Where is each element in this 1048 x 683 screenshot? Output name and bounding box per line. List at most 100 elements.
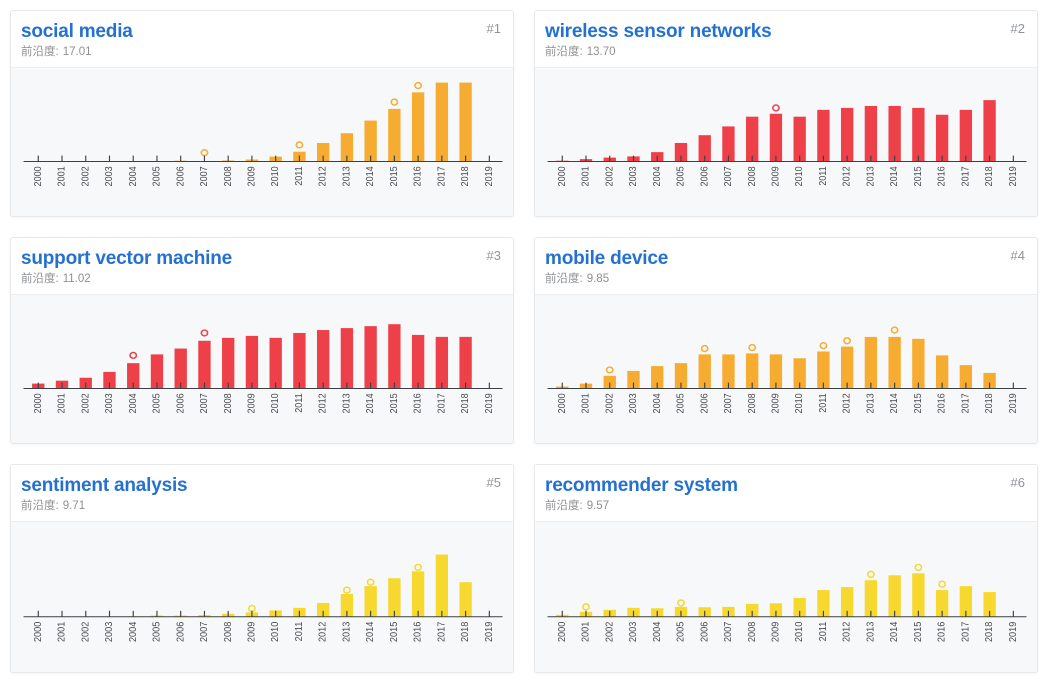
- bar-chart[interactable]: 2000 2001 2002 2003 2004 2005 2006 2007 2008 2009…: [11, 522, 513, 672]
- x-tick-label: 2015: [912, 166, 923, 186]
- bar[interactable]: [340, 328, 354, 389]
- card-rank-badge: #2: [1010, 21, 1025, 36]
- bar[interactable]: [388, 324, 401, 389]
- bar[interactable]: [959, 109, 973, 162]
- bar[interactable]: [245, 335, 259, 389]
- bar[interactable]: [435, 554, 449, 617]
- trend-card-4[interactable]: mobile device 前沿度: 9.85 #4 2000 2001 2002 20…: [534, 237, 1038, 444]
- bar[interactable]: [769, 113, 783, 162]
- x-axis-ticks: 2000 2001 2002 2003 2004 2005 2006 2007 2008 2009…: [556, 382, 1018, 413]
- x-tick-label: 2004: [128, 622, 139, 642]
- x-tick-label: 2002: [604, 622, 615, 642]
- card-title: sentiment analysis: [21, 475, 188, 496]
- x-tick-label: 2009: [769, 166, 780, 186]
- bar[interactable]: [435, 336, 449, 389]
- bar[interactable]: [411, 334, 425, 389]
- x-tick-label: 2008: [221, 393, 232, 413]
- trend-card-3[interactable]: support vector machine 前沿度: 11.02 #3 2000…: [10, 237, 514, 444]
- x-axis-ticks: 2000 2001 2002 2003 2004 2005 2006 2007 2008 2009…: [32, 382, 494, 413]
- trend-card-2[interactable]: wireless sensor networks 前沿度: 13.70 #2 20…: [534, 10, 1038, 217]
- bar[interactable]: [840, 107, 854, 162]
- bar-series: [556, 573, 996, 617]
- x-tick-label: 2014: [365, 622, 376, 642]
- x-tick-label: 2013: [865, 622, 876, 642]
- card-rank-badge: #5: [486, 475, 501, 490]
- x-tick-label: 2010: [793, 166, 804, 186]
- card-metric-value: 9.71: [62, 500, 86, 512]
- x-tick-label: 2005: [674, 393, 685, 413]
- bar[interactable]: [388, 108, 401, 162]
- x-tick-label: 2001: [56, 622, 67, 642]
- bar[interactable]: [411, 92, 425, 162]
- bar-series: [32, 324, 472, 389]
- x-tick-label: 2018: [984, 622, 995, 642]
- x-tick-label: 2016: [411, 393, 422, 413]
- peak-marker-icon: [390, 98, 399, 106]
- card-header: sentiment analysis 前沿度: 9.71 #5: [11, 465, 513, 522]
- bar-chart[interactable]: 2000 2001 2002 2003 2004 2005 2006 2007 2008 2009…: [11, 68, 513, 216]
- x-tick-label: 2013: [864, 393, 875, 413]
- x-tick-label: 2014: [889, 622, 900, 642]
- x-tick-label: 2017: [436, 622, 447, 642]
- x-tick-label: 2017: [435, 166, 446, 186]
- bar[interactable]: [198, 340, 211, 389]
- bar[interactable]: [411, 571, 425, 617]
- x-tick-label: 2011: [293, 393, 304, 412]
- x-tick-label: 2009: [246, 622, 257, 642]
- x-tick-label: 2012: [841, 622, 852, 642]
- bar[interactable]: [888, 336, 901, 389]
- trend-card-1[interactable]: social media 前沿度: 17.01 #1 2000 2001 2002 20…: [10, 10, 514, 217]
- x-tick-label: 2001: [55, 393, 66, 413]
- peak-marker-icon: [866, 570, 875, 579]
- bar[interactable]: [935, 114, 949, 162]
- bar[interactable]: [888, 575, 901, 617]
- peak-marker-icon: [200, 149, 209, 157]
- peak-marker-icon: [914, 563, 923, 572]
- bar[interactable]: [817, 109, 830, 162]
- bar[interactable]: [174, 348, 187, 389]
- x-tick-label: 2017: [960, 622, 971, 642]
- bar[interactable]: [364, 326, 377, 389]
- peak-marker-icon: [677, 599, 685, 607]
- bar[interactable]: [293, 332, 306, 389]
- card-title: mobile device: [545, 248, 669, 269]
- x-tick-label: 2005: [674, 166, 685, 186]
- x-tick-label: 2006: [174, 166, 185, 186]
- peak-marker-icon: [414, 81, 423, 90]
- card-rank-badge: #4: [1010, 248, 1025, 263]
- card-title: recommender system: [545, 475, 738, 496]
- x-tick-label: 2019: [483, 166, 494, 186]
- x-tick-label: 2004: [650, 166, 661, 186]
- bar-chart[interactable]: 2000 2001 2002 2003 2004 2005 2006 2007 2008 2009…: [535, 522, 1037, 672]
- peak-marker-icon: [890, 326, 899, 334]
- bar[interactable]: [746, 116, 759, 162]
- bar[interactable]: [864, 336, 878, 389]
- bar[interactable]: [983, 100, 996, 162]
- bar[interactable]: [364, 120, 377, 162]
- bar[interactable]: [793, 116, 806, 162]
- x-tick-label: 2011: [817, 393, 828, 412]
- bar-chart[interactable]: 2000 2001 2002 2003 2004 2005 2006 2007 2008 2009…: [535, 295, 1037, 443]
- peak-marker-icon: [248, 604, 256, 613]
- x-tick-label: 2015: [389, 622, 400, 642]
- bar[interactable]: [435, 82, 449, 162]
- x-tick-label: 2007: [723, 622, 734, 642]
- bar[interactable]: [269, 337, 282, 389]
- bar-chart[interactable]: 2000 2001 2002 2003 2004 2005 2006 2007 2008 2009…: [11, 295, 513, 443]
- bar[interactable]: [459, 336, 472, 389]
- bar[interactable]: [222, 337, 235, 389]
- x-tick-label: 2004: [652, 622, 663, 642]
- bar[interactable]: [316, 330, 330, 389]
- bar[interactable]: [912, 573, 925, 617]
- bar[interactable]: [912, 338, 925, 389]
- bar[interactable]: [864, 105, 878, 162]
- x-tick-label: 2009: [245, 393, 256, 413]
- trend-card-6[interactable]: recommender system 前沿度: 9.57 #6 2000 2001 2…: [534, 464, 1038, 673]
- bar[interactable]: [912, 107, 925, 162]
- bar[interactable]: [840, 346, 854, 389]
- bar[interactable]: [459, 82, 472, 162]
- bar-chart[interactable]: 2000 2001 2002 2003 2004 2005 2006 2007 2008 2009…: [535, 68, 1037, 216]
- trend-card-5[interactable]: sentiment analysis 前沿度: 9.71 #5 2000 2001 2…: [10, 464, 514, 673]
- x-tick-label: 2005: [150, 393, 161, 413]
- bar[interactable]: [888, 105, 901, 162]
